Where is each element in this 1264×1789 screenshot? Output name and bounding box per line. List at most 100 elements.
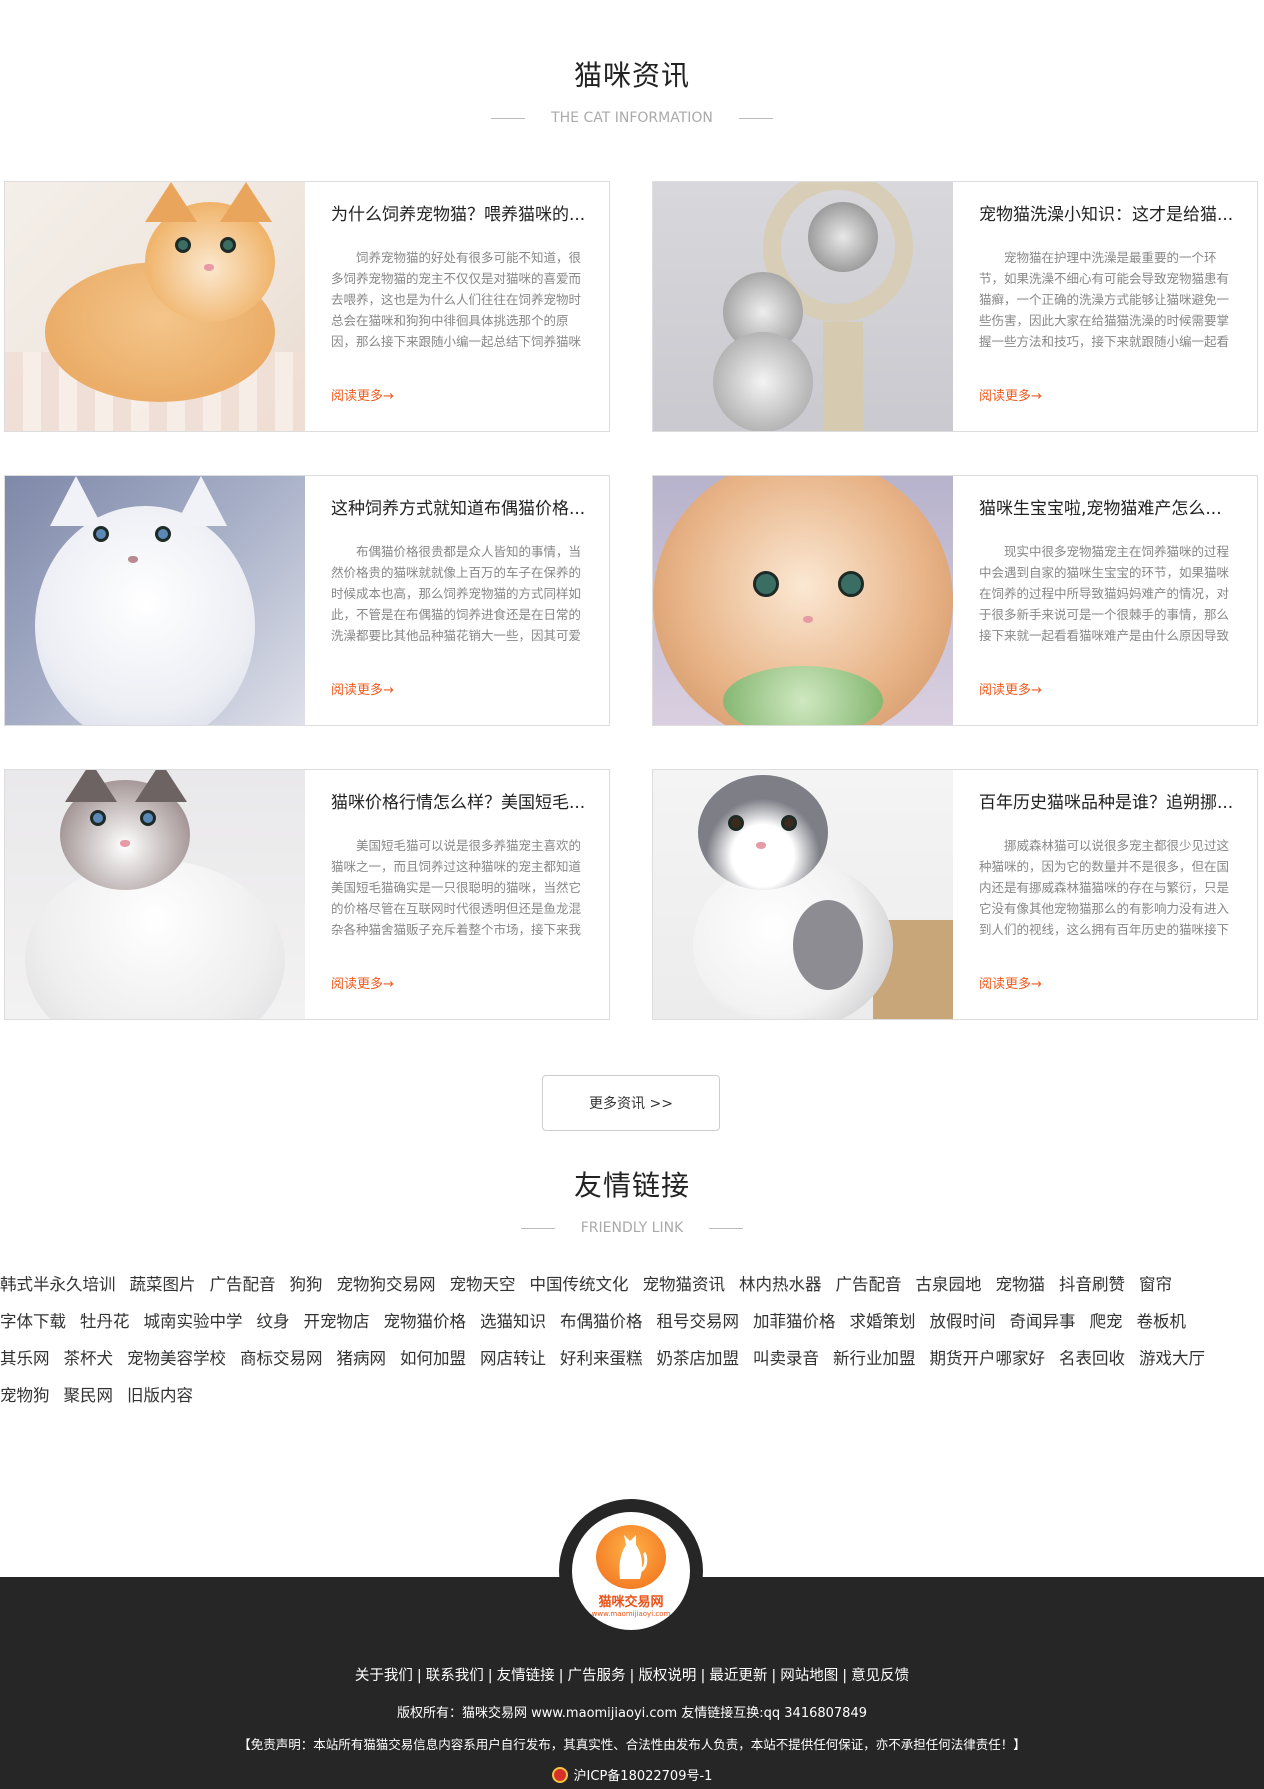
friendly-link[interactable]: 租号交易网 <box>657 1312 740 1331</box>
friendly-link[interactable]: 其乐网 <box>0 1349 50 1368</box>
friendly-link[interactable]: 叫卖录音 <box>753 1349 819 1368</box>
article-thumbnail[interactable] <box>653 770 953 1019</box>
friendly-link[interactable]: 放假时间 <box>930 1312 996 1331</box>
friendly-link[interactable]: 求婚策划 <box>850 1312 916 1331</box>
friendly-link[interactable]: 期货开户哪家好 <box>930 1349 1046 1368</box>
news-card[interactable]: 猫咪生宝宝啦,宠物猫难产怎么... 现实中很多宠物猫宠主在饲养猫咪的过程中会遇到… <box>652 475 1258 726</box>
footer-nav-link[interactable]: 广告服务 <box>568 1668 626 1684</box>
more-news-button[interactable]: 更多资讯 >> <box>542 1075 720 1131</box>
footer-nav-link[interactable]: 友情链接 <box>497 1668 555 1684</box>
friendly-link[interactable]: 好利来蛋糕 <box>560 1349 643 1368</box>
nav-separator: | <box>487 1668 493 1684</box>
friendly-link[interactable]: 宠物天空 <box>450 1275 516 1294</box>
footer-nav-link[interactable]: 最近更新 <box>709 1668 767 1684</box>
friendly-link[interactable]: 广告配音 <box>836 1275 902 1294</box>
friendly-link[interactable]: 游戏大厅 <box>1139 1349 1205 1368</box>
footer-nav-link[interactable]: 联系我们 <box>426 1668 484 1684</box>
friendly-link[interactable]: 古泉园地 <box>916 1275 982 1294</box>
friendly-link[interactable]: 中国传统文化 <box>530 1275 629 1294</box>
friendly-link[interactable]: 网店转让 <box>480 1349 546 1368</box>
article-thumbnail[interactable] <box>653 182 953 431</box>
friendly-link[interactable]: 如何加盟 <box>400 1349 466 1368</box>
read-more-link[interactable]: 阅读更多→ <box>331 385 394 404</box>
news-section-header: 猫咪资讯 THE CAT INFORMATION <box>0 54 1264 126</box>
divider-left <box>491 117 526 119</box>
news-card[interactable]: 这种饲养方式就知道布偶猫价格... 布偶猫价格很贵都是众人皆知的事情，当然价格贵… <box>4 475 610 726</box>
friendly-link[interactable]: 宠物猫价格 <box>384 1312 467 1331</box>
footer-nav-link[interactable]: 意见反馈 <box>851 1668 909 1684</box>
friendly-link[interactable]: 宠物狗 <box>0 1386 50 1405</box>
friendly-link[interactable]: 商标交易网 <box>240 1349 323 1368</box>
friendly-links-list: 韩式半永久培训 蔬菜图片 广告配音 狗狗 宠物狗交易网 宠物天空 中国传统文化 宠物猫资讯 林内… <box>0 1266 1264 1414</box>
article-thumbnail[interactable] <box>653 476 953 725</box>
logo-url: www.maomijiaoyi.com <box>591 1609 671 1618</box>
read-more-link[interactable]: 阅读更多→ <box>979 973 1042 992</box>
friendly-link[interactable]: 名表回收 <box>1059 1349 1125 1368</box>
links-row: 字体下载 牡丹花 城南实验中学 纹身 开宠物店 宠物猫价格 选猫知识 布偶猫价格 租号交易网 加菲… <box>0 1303 1264 1340</box>
icp-number[interactable]: 沪ICP备18022709号-1 <box>574 1765 713 1784</box>
friendly-link[interactable]: 林内热水器 <box>739 1275 822 1294</box>
read-more-link[interactable]: 阅读更多→ <box>331 973 394 992</box>
friendly-link[interactable]: 旧版内容 <box>127 1386 193 1405</box>
article-title[interactable]: 宠物猫洗澡小知识：这才是给猫... <box>979 200 1239 225</box>
footer-nav-link[interactable]: 网站地图 <box>780 1668 838 1684</box>
friendly-link[interactable]: 字体下载 <box>0 1312 66 1331</box>
article-title[interactable]: 为什么饲养宠物猫？喂养猫咪的... <box>331 200 591 225</box>
friendly-link[interactable]: 城南实验中学 <box>144 1312 243 1331</box>
read-more-link[interactable]: 阅读更多→ <box>979 679 1042 698</box>
footer-logo[interactable]: 猫咪交易网 www.maomijiaoyi.com <box>559 1499 703 1643</box>
news-card[interactable]: 百年历史猫咪品种是谁？追朔挪... 挪威森林猫可以说很多宠主都很少见过这种猫咪的… <box>652 769 1258 1020</box>
nav-separator: | <box>629 1668 635 1684</box>
friendly-link[interactable]: 纹身 <box>257 1312 290 1331</box>
police-badge-icon <box>551 1766 568 1783</box>
article-title[interactable]: 猫咪价格行情怎么样？美国短毛... <box>331 788 591 813</box>
news-card[interactable]: 宠物猫洗澡小知识：这才是给猫... 宠物猫在护理中洗澡是最重要的一个环节，如果洗… <box>652 181 1258 432</box>
nav-separator: | <box>842 1668 848 1684</box>
friendly-link[interactable]: 选猫知识 <box>480 1312 546 1331</box>
read-more-link[interactable]: 阅读更多→ <box>979 385 1042 404</box>
friendly-link[interactable]: 蔬菜图片 <box>130 1275 196 1294</box>
article-title[interactable]: 百年历史猫咪品种是谁？追朔挪... <box>979 788 1239 813</box>
friendly-link[interactable]: 抖音刷赞 <box>1059 1275 1125 1294</box>
footer-nav-link[interactable]: 版权说明 <box>638 1668 696 1684</box>
article-thumbnail[interactable] <box>5 770 305 1019</box>
friendly-link[interactable]: 卷板机 <box>1137 1312 1187 1331</box>
friendly-link[interactable]: 新行业加盟 <box>833 1349 916 1368</box>
links-section-title: 友情链接 <box>573 1169 690 1202</box>
friendly-link[interactable]: 奶茶店加盟 <box>657 1349 740 1368</box>
article-title[interactable]: 猫咪生宝宝啦,宠物猫难产怎么... <box>979 494 1239 519</box>
links-section-header: 友情链接 FRIENDLY LINK <box>0 1164 1264 1236</box>
footer-icp[interactable]: 沪ICP备18022709号-1 <box>0 1765 1264 1784</box>
friendly-link[interactable]: 宠物狗交易网 <box>337 1275 436 1294</box>
divider-right <box>738 117 773 119</box>
article-thumbnail[interactable] <box>5 476 305 725</box>
friendly-link[interactable]: 宠物美容学校 <box>127 1349 226 1368</box>
article-excerpt: 美国短毛猫可以说是很多养猫宠主喜欢的猫咪之一，而且饲养过这种猫咪的宠主都知道美国… <box>331 838 582 937</box>
article-title[interactable]: 这种饲养方式就知道布偶猫价格... <box>331 494 591 519</box>
news-card[interactable]: 猫咪价格行情怎么样？美国短毛... 美国短毛猫可以说是很多养猫宠主喜欢的猫咪之一… <box>4 769 610 1020</box>
friendly-link[interactable]: 茶杯犬 <box>64 1349 114 1368</box>
friendly-link[interactable]: 宠物猫 <box>996 1275 1046 1294</box>
friendly-link[interactable]: 牡丹花 <box>80 1312 130 1331</box>
article-excerpt: 现实中很多宠物猫宠主在饲养猫咪的过程中会遇到自家的猫咪生宝宝的环节，如果猫咪在饲… <box>979 544 1230 643</box>
footer-nav: 关于我们 | 联系我们 | 友情链接 | 广告服务 | 版权说明 | 最近更新 | 网站地图 | 意见反馈 <box>0 1664 1264 1685</box>
read-more-link[interactable]: 阅读更多→ <box>331 679 394 698</box>
friendly-link[interactable]: 聚民网 <box>64 1386 114 1405</box>
friendly-link[interactable]: 奇闻异事 <box>1010 1312 1076 1331</box>
friendly-link[interactable]: 布偶猫价格 <box>560 1312 643 1331</box>
friendly-link[interactable]: 加菲猫价格 <box>753 1312 836 1331</box>
friendly-link[interactable]: 爬宠 <box>1090 1312 1123 1331</box>
article-thumbnail[interactable] <box>5 182 305 431</box>
friendly-link[interactable]: 广告配音 <box>210 1275 276 1294</box>
friendly-link[interactable]: 猪病网 <box>337 1349 387 1368</box>
friendly-link[interactable]: 狗狗 <box>290 1275 323 1294</box>
nav-separator: | <box>771 1668 777 1684</box>
friendly-link[interactable]: 宠物猫资讯 <box>643 1275 726 1294</box>
nav-separator: | <box>416 1668 422 1684</box>
news-section-title: 猫咪资讯 <box>573 59 690 92</box>
friendly-link[interactable]: 韩式半永久培训 <box>0 1275 116 1294</box>
friendly-link[interactable]: 窗帘 <box>1139 1275 1172 1294</box>
news-card[interactable]: 为什么饲养宠物猫？喂养猫咪的... 饲养宠物猫的好处有很多可能不知道，很多饲养宠… <box>4 181 610 432</box>
friendly-link[interactable]: 开宠物店 <box>304 1312 370 1331</box>
footer-nav-link[interactable]: 关于我们 <box>355 1668 413 1684</box>
